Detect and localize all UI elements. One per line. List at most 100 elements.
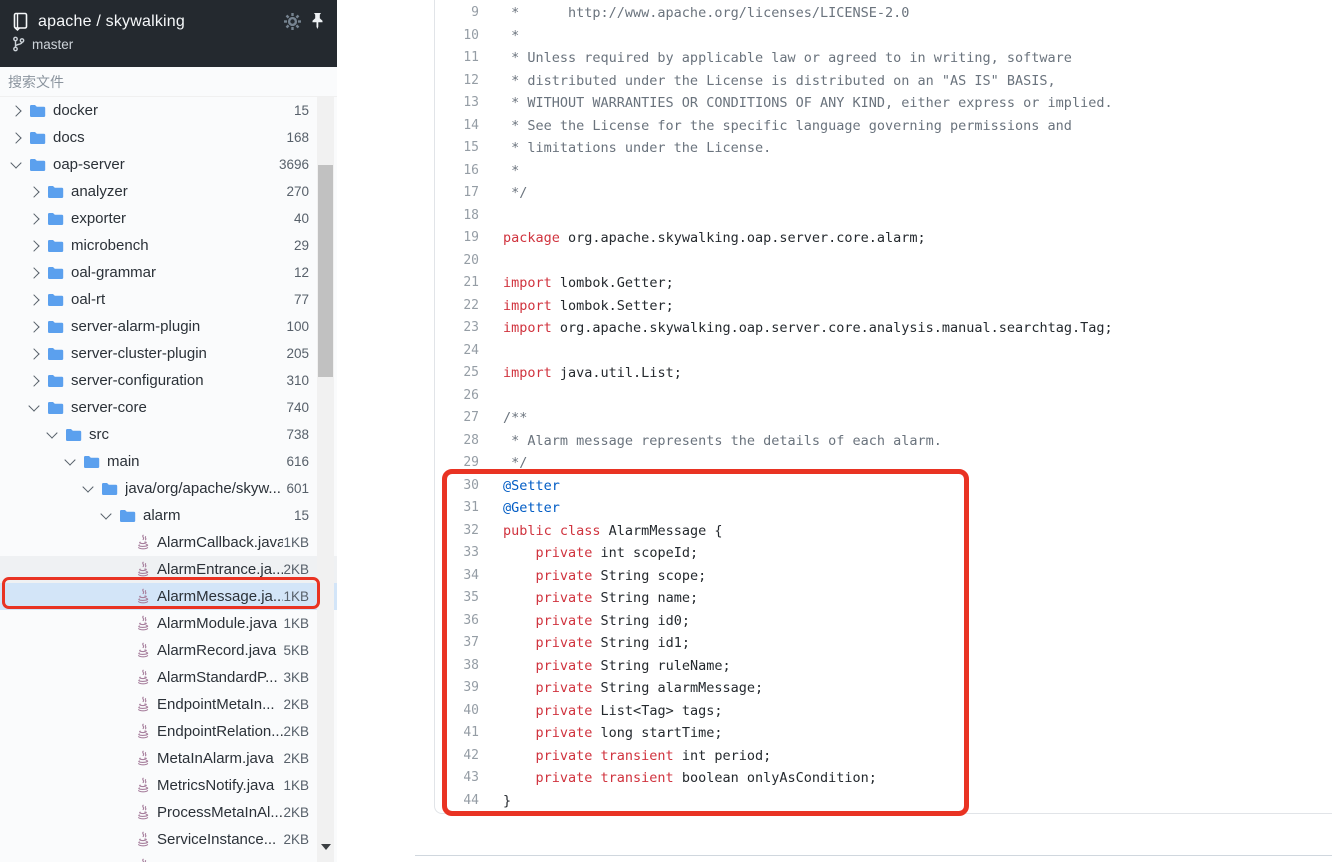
- chevron-right-icon[interactable]: [10, 104, 22, 117]
- code-text: import org.apache.skywalking.oap.server.…: [503, 320, 1113, 336]
- line-number[interactable]: 32: [435, 520, 479, 543]
- sidebar-scrollbar-track[interactable]: [317, 97, 334, 862]
- chevron-right-icon[interactable]: [28, 239, 40, 252]
- tree-file-row[interactable]: MetaInAlarm.java 2KB: [0, 745, 337, 772]
- tree-folder-row[interactable]: src 738: [0, 421, 337, 448]
- line-number[interactable]: 26: [435, 385, 479, 408]
- tree-folder-row[interactable]: microbench 29: [0, 232, 337, 259]
- chevron-down-icon[interactable]: [64, 454, 76, 466]
- settings-gear-icon[interactable]: [283, 12, 302, 31]
- tree-file-row[interactable]: AlarmRecord.java 5KB: [0, 637, 337, 664]
- pin-icon[interactable]: [309, 12, 325, 31]
- chevron-right-icon[interactable]: [28, 212, 40, 225]
- tree-file-row[interactable]: AlarmEntrance.ja... 2KB: [0, 556, 337, 583]
- line-number[interactable]: 35: [435, 587, 479, 610]
- scrollbar-down-arrow-icon[interactable]: [321, 844, 331, 850]
- tree-file-row[interactable]: AlarmCallback.java 1KB: [0, 529, 337, 556]
- line-number[interactable]: 13: [435, 92, 479, 115]
- tree-file-row[interactable]: AlarmStandardP... 3KB: [0, 664, 337, 691]
- line-number[interactable]: 43: [435, 767, 479, 790]
- sidebar-scrollbar-thumb[interactable]: [318, 165, 333, 377]
- line-number[interactable]: 30: [435, 475, 479, 498]
- folder-name: docs: [53, 129, 85, 146]
- line-number[interactable]: 12: [435, 70, 479, 93]
- tree-file-row[interactable]: AlarmModule.java 1KB: [0, 610, 337, 637]
- line-number[interactable]: 29: [435, 452, 479, 475]
- line-number[interactable]: 10: [435, 25, 479, 48]
- line-number[interactable]: 9: [435, 2, 479, 25]
- chevron-right-icon[interactable]: [28, 293, 40, 306]
- line-number[interactable]: 44: [435, 790, 479, 813]
- line-number[interactable]: 18: [435, 205, 479, 228]
- tree-folder-row[interactable]: main 616: [0, 448, 337, 475]
- line-number[interactable]: 27: [435, 407, 479, 430]
- tree-file-row[interactable]: ServiceInstance... 2KB: [0, 826, 337, 853]
- line-number[interactable]: 40: [435, 700, 479, 723]
- code-line: 19 package org.apache.skywalking.oap.serv…: [435, 227, 1332, 250]
- tree-folder-row[interactable]: oal-grammar 12: [0, 259, 337, 286]
- chevron-down-icon[interactable]: [100, 508, 112, 520]
- chevron-right-icon[interactable]: [28, 347, 40, 360]
- search-input[interactable]: [0, 73, 337, 90]
- file-name: AlarmCallback.java: [157, 534, 284, 551]
- line-number[interactable]: 21: [435, 272, 479, 295]
- line-number[interactable]: 17: [435, 182, 479, 205]
- repo-title[interactable]: apache / skywalking: [38, 13, 283, 31]
- git-branch-icon: [12, 36, 25, 52]
- line-number[interactable]: 11: [435, 47, 479, 70]
- line-number[interactable]: 25: [435, 362, 479, 385]
- tree-folder-row[interactable]: server-core 740: [0, 394, 337, 421]
- tree-folder-row[interactable]: oal-rt 77: [0, 286, 337, 313]
- chevron-down-icon[interactable]: [46, 427, 58, 439]
- folder-name: server-configuration: [71, 372, 204, 389]
- chevron-right-icon[interactable]: [28, 320, 40, 333]
- tree-file-row[interactable]: MetricsNotify.java 1KB: [0, 772, 337, 799]
- chevron-right-icon[interactable]: [28, 266, 40, 279]
- line-number[interactable]: 28: [435, 430, 479, 453]
- line-number[interactable]: 34: [435, 565, 479, 588]
- chevron-right-icon[interactable]: [10, 131, 22, 144]
- tree-folder-row[interactable]: exporter 40: [0, 205, 337, 232]
- tree-folder-row[interactable]: server-configuration 310: [0, 367, 337, 394]
- line-number[interactable]: 42: [435, 745, 479, 768]
- code-text: private String id0;: [535, 612, 690, 629]
- line-number[interactable]: 39: [435, 677, 479, 700]
- code-line: 41 private long startTime;: [435, 722, 1332, 745]
- line-number[interactable]: 33: [435, 542, 479, 565]
- tree-folder-row[interactable]: docker 15: [0, 97, 337, 124]
- line-number[interactable]: 31: [435, 497, 479, 520]
- chevron-down-icon[interactable]: [10, 157, 22, 169]
- tree-file-row[interactable]: EndpointMetaIn... 2KB: [0, 691, 337, 718]
- tree-file-row[interactable]: [0, 853, 337, 862]
- tree-folder-row[interactable]: server-cluster-plugin 205: [0, 340, 337, 367]
- tree-file-row[interactable]: ProcessMetaInAl... 2KB: [0, 799, 337, 826]
- branch-name[interactable]: master: [32, 37, 73, 52]
- tree-file-row[interactable]: EndpointRelation... 2KB: [0, 718, 337, 745]
- line-number[interactable]: 24: [435, 340, 479, 363]
- line-number[interactable]: 15: [435, 137, 479, 160]
- tree-folder-row[interactable]: oap-server 3696: [0, 151, 337, 178]
- line-number[interactable]: 36: [435, 610, 479, 633]
- tree-file-row[interactable]: AlarmMessage.ja... 1KB: [0, 583, 337, 610]
- code-text: private String ruleName;: [535, 657, 731, 674]
- tree-folder-row[interactable]: server-alarm-plugin 100: [0, 313, 337, 340]
- line-number[interactable]: 16: [435, 160, 479, 183]
- line-number[interactable]: 19: [435, 227, 479, 250]
- chevron-right-icon[interactable]: [28, 185, 40, 198]
- line-number[interactable]: 14: [435, 115, 479, 138]
- tree-folder-row[interactable]: docs 168: [0, 124, 337, 151]
- line-number[interactable]: 38: [435, 655, 479, 678]
- folder-name: microbench: [71, 237, 149, 254]
- tree-folder-row[interactable]: java/org/apache/skyw... 601: [0, 475, 337, 502]
- line-number[interactable]: 20: [435, 250, 479, 273]
- line-number[interactable]: 23: [435, 317, 479, 340]
- line-number[interactable]: 37: [435, 632, 479, 655]
- folder-name: server-core: [71, 399, 147, 416]
- tree-folder-row[interactable]: analyzer 270: [0, 178, 337, 205]
- chevron-down-icon[interactable]: [28, 400, 40, 412]
- chevron-right-icon[interactable]: [28, 374, 40, 387]
- line-number[interactable]: 22: [435, 295, 479, 318]
- chevron-down-icon[interactable]: [82, 481, 94, 493]
- tree-folder-row[interactable]: alarm 15: [0, 502, 337, 529]
- line-number[interactable]: 41: [435, 722, 479, 745]
